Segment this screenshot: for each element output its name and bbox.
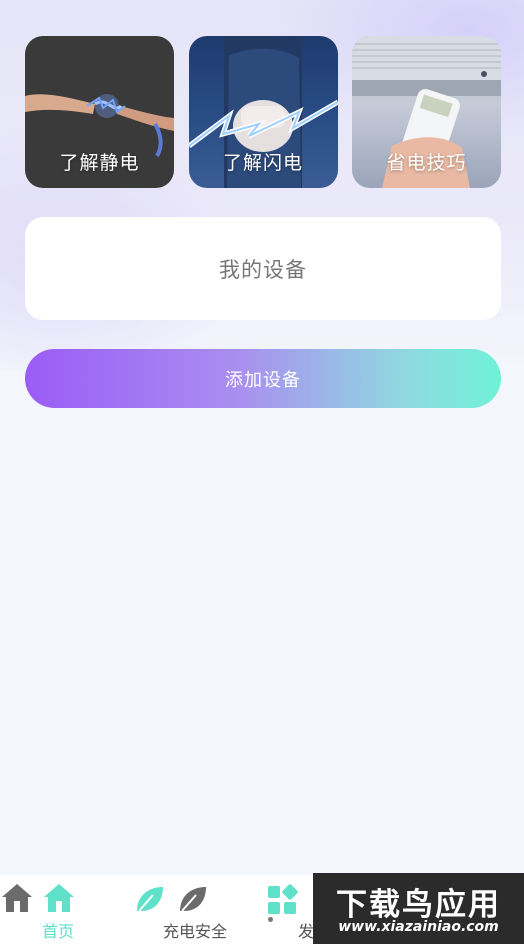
home-icon — [44, 884, 74, 912]
card-lightning[interactable]: 了解闪电 — [188, 36, 338, 188]
card-label: 省电技巧 — [386, 152, 467, 174]
home-icon-gray — [2, 884, 32, 912]
tab-charging-safety[interactable]: 充电安全 — [130, 875, 260, 944]
watermark-url: www.xiazainiao.com — [338, 919, 499, 935]
leaf-icon-gray — [180, 887, 206, 912]
watermark-banner: 下载鸟应用 www.xiazainiao.com — [313, 873, 524, 944]
card-power-saving[interactable]: 省电技巧 — [352, 36, 501, 188]
my-devices-title: 我的设备 — [219, 257, 307, 282]
card-static-electricity[interactable]: 了解静电 — [25, 36, 174, 188]
leaf-icon — [137, 887, 163, 912]
grid-icon — [268, 884, 298, 914]
my-devices-card: 我的设备 — [25, 217, 501, 320]
feature-cards: 了解静电 了解闪电 省电技巧 — [25, 36, 501, 188]
card-label: 了解静电 — [59, 152, 140, 174]
tab-home[interactable]: 首页 — [0, 875, 120, 944]
tab-home-label: 首页 — [41, 922, 74, 941]
add-device-button[interactable]: 添加设备 — [25, 349, 501, 408]
card-label: 了解闪电 — [222, 152, 303, 174]
watermark-title: 下载鸟应用 — [336, 887, 501, 923]
tab-discover-dot — [268, 917, 273, 922]
tab-charging-safety-label: 充电安全 — [162, 922, 227, 941]
